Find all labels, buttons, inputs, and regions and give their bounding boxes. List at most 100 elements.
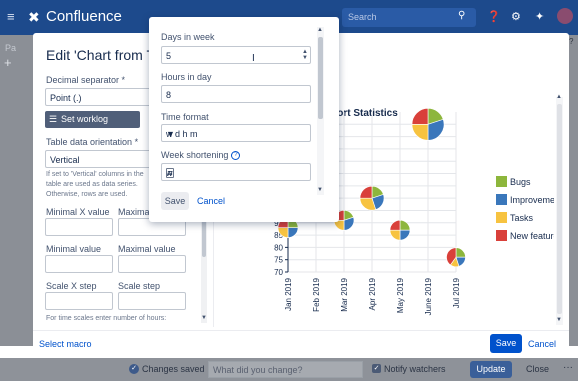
- x-tick-label: May 2019: [396, 277, 405, 313]
- y-tick-label: 70: [274, 268, 283, 277]
- pie-slice: [411, 124, 429, 141]
- popup-scroll-thumb[interactable]: [318, 37, 323, 119]
- legend-swatch: [496, 176, 507, 187]
- decimal-separator-value: Point (.): [50, 93, 82, 103]
- days-in-week-label: Days in week: [161, 32, 215, 42]
- gear-icon[interactable]: ⚙: [511, 10, 521, 23]
- min-value-input[interactable]: [45, 255, 113, 273]
- x-tick-label: Apr 2019: [368, 277, 377, 310]
- decimal-separator-label: Decimal separator *: [46, 75, 126, 85]
- min-x-input[interactable]: [45, 218, 113, 236]
- pie-slice: [399, 229, 411, 241]
- x-tick-label: Jul 2019: [452, 277, 461, 308]
- scroll-down-arrow-icon[interactable]: ▼: [317, 187, 323, 193]
- x-tick-label: June 2019: [424, 277, 433, 315]
- check-icon: ✓: [129, 364, 139, 374]
- pie-slice: [287, 227, 299, 238]
- scroll-down-arrow-icon[interactable]: ▼: [556, 317, 562, 323]
- plus-icon: +: [4, 55, 12, 70]
- max-x-label: Maxima: [118, 207, 150, 217]
- set-worklog-settings-button[interactable]: ☰ Set worklog settings: [45, 111, 140, 141]
- question-icon[interactable]: ?: [231, 151, 241, 161]
- change-comment-input[interactable]: What did you change?: [208, 361, 363, 378]
- scroll-up-arrow-icon[interactable]: ▲: [556, 94, 562, 100]
- spinner-icon[interactable]: ▲ ▼: [301, 49, 309, 61]
- y-tick-label: 80: [274, 243, 283, 252]
- scale-help-text: For time scales enter number of hours:: [46, 315, 167, 322]
- text-cursor-icon: I: [252, 53, 255, 64]
- pie-slice: [389, 229, 401, 241]
- dialog-title: Edit 'Chart from Ta: [46, 47, 162, 63]
- confluence-logo-text[interactable]: Confluence: [46, 8, 122, 26]
- legend-label: New features: [510, 231, 554, 241]
- pie-slice: [455, 247, 466, 258]
- notify-watchers-label: Notify watchers: [384, 364, 446, 374]
- help-icon: ?: [569, 37, 574, 46]
- search-input[interactable]: Search: [342, 8, 476, 27]
- popup-cancel-button[interactable]: Cancel: [197, 196, 225, 206]
- legend-label: Improvements: [510, 195, 554, 205]
- scale-x-input[interactable]: [45, 292, 113, 310]
- menu-icon[interactable]: ≡: [7, 10, 19, 24]
- time-format-select[interactable]: w d h m ▼: [161, 124, 311, 142]
- notify-watchers-checkbox[interactable]: ✓: [372, 364, 381, 373]
- scale-x-label: Scale X step: [46, 281, 97, 291]
- legend-swatch: [496, 194, 507, 205]
- pie-slice: [389, 219, 401, 231]
- x-tick-label: Jan 2019: [284, 277, 293, 310]
- week-shortening-label-text: Week shortening: [161, 150, 229, 160]
- hours-in-day-input[interactable]: 8: [161, 85, 311, 103]
- chevron-down-icon: ▼: [166, 129, 175, 139]
- list-icon[interactable]: ≡: [166, 168, 174, 178]
- x-tick-label: Mar 2019: [340, 277, 349, 311]
- scroll-down-arrow-icon[interactable]: ▼: [201, 315, 207, 321]
- max-value-label: Maximal value: [118, 244, 176, 254]
- pie-slice: [359, 185, 373, 199]
- days-in-week-value: 5: [166, 51, 172, 61]
- min-value-label: Minimal value: [46, 244, 102, 254]
- legend-swatch: [496, 212, 507, 223]
- editor-footer-bar: ✓ Changes saved What did you change? ✓ N…: [0, 358, 578, 381]
- orientation-help-text: If set to 'Vertical' columns in the tabl…: [46, 171, 144, 198]
- update-button[interactable]: Update: [470, 361, 512, 378]
- save-button[interactable]: Save: [490, 334, 522, 353]
- time-format-label: Time format: [161, 112, 209, 122]
- x-tick-label: Feb 2019: [312, 277, 321, 311]
- close-button[interactable]: Close: [526, 364, 549, 374]
- orientation-label: Table data orientation *: [46, 137, 139, 147]
- legend-swatch: [496, 230, 507, 241]
- scale-input[interactable]: [118, 292, 186, 310]
- search-icon[interactable]: ⚲: [458, 10, 465, 21]
- confluence-logo-icon[interactable]: ✖: [28, 9, 40, 25]
- avatar[interactable]: [557, 8, 573, 24]
- pie-slice: [411, 108, 429, 125]
- changes-saved-status: Changes saved: [142, 364, 205, 374]
- week-shortening-label: Week shortening?: [161, 150, 241, 161]
- worklog-settings-popup: Days in week 5 ▲ ▼ I Hours in day 8 Time …: [149, 17, 339, 222]
- min-x-label: Minimal X value: [46, 207, 110, 217]
- more-options-button[interactable]: ···: [563, 362, 573, 373]
- legend-label: Tasks: [510, 213, 534, 223]
- scroll-up-arrow-icon[interactable]: ▲: [317, 27, 323, 33]
- bell-icon[interactable]: ✦: [535, 10, 544, 23]
- help-icon[interactable]: ❓: [487, 10, 501, 23]
- hours-in-day-label: Hours in day: [161, 72, 212, 82]
- preview-scrollbar[interactable]: ▲ ▼: [556, 94, 563, 325]
- change-comment-placeholder: What did you change?: [213, 365, 303, 375]
- popup-scrollbar[interactable]: ▲ ▼: [317, 27, 324, 195]
- popup-save-button[interactable]: Save: [161, 192, 189, 210]
- y-tick-label: 75: [274, 256, 283, 265]
- days-in-week-input[interactable]: 5 ▲ ▼: [161, 46, 311, 64]
- list-icon: ☰: [49, 114, 58, 124]
- breadcrumb: Pa: [5, 43, 17, 53]
- preview-scroll-thumb[interactable]: [557, 104, 562, 314]
- orientation-value: Vertical: [50, 155, 80, 165]
- max-value-input[interactable]: [118, 255, 186, 273]
- scale-label: Scale step: [118, 281, 161, 291]
- cancel-button[interactable]: Cancel: [528, 339, 556, 349]
- week-shortening-input[interactable]: w ≡: [161, 163, 311, 181]
- dialog-footer: Select macro Save Cancel: [33, 330, 569, 356]
- select-macro-link[interactable]: Select macro: [39, 339, 92, 349]
- hours-in-day-value: 8: [166, 90, 172, 100]
- search-placeholder: Search: [348, 12, 377, 22]
